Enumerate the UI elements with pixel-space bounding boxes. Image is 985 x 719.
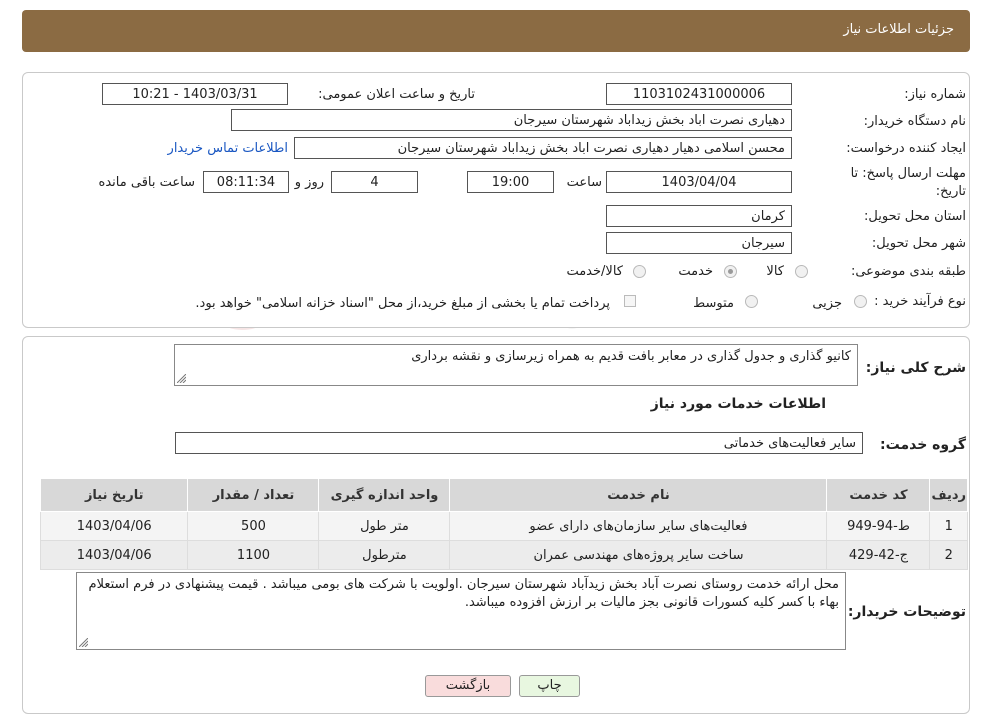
category-service-radio[interactable] bbox=[724, 265, 737, 278]
page-title: جزئیات اطلاعات نیاز bbox=[843, 22, 954, 37]
row-number: 1 bbox=[929, 511, 968, 541]
need-number-label: شماره نیاز: bbox=[904, 87, 966, 102]
table-row: 2 ج-42-429 ساخت سایر پروژه‌های مهندسی عم… bbox=[39, 540, 968, 570]
resize-grip-icon[interactable] bbox=[177, 374, 186, 383]
summary-text: کانیو گذاری و جدول گذاری در معابر بافت ق… bbox=[411, 349, 851, 364]
deadline-date-label: تاریخ: bbox=[935, 184, 966, 199]
purchase-type-label: نوع فرآیند خرید : bbox=[874, 294, 966, 309]
remaining-time-field: 08:11:34 bbox=[203, 171, 289, 193]
days-label: روز و bbox=[294, 175, 324, 190]
buyer-field: دهیاری نصرت اباد بخش زیداباد شهرستان سیر… bbox=[231, 109, 792, 131]
resize-grip-icon[interactable] bbox=[79, 638, 88, 647]
creator-field: محسن اسلامی دهیار دهیاری نصرت اباد بخش ز… bbox=[294, 137, 792, 159]
announce-label: تاریخ و ساعت اعلان عمومی: bbox=[318, 87, 475, 102]
purchase-medium-label: متوسط bbox=[693, 296, 734, 311]
service-name: فعالیت‌های سایر سازمان‌های دارای عضو bbox=[449, 511, 828, 541]
col-row-header: ردیف bbox=[929, 478, 968, 512]
quantity: 500 bbox=[187, 511, 320, 541]
deadline-time-label: ساعت bbox=[566, 175, 602, 190]
province-field: کرمان bbox=[606, 205, 792, 227]
service-group-label: گروه خدمت: bbox=[880, 437, 966, 453]
purchase-medium-radio[interactable] bbox=[745, 295, 758, 308]
col-code-header: کد خدمت bbox=[826, 478, 931, 512]
city-label: شهر محل تحویل: bbox=[871, 236, 966, 251]
print-button[interactable]: چاپ bbox=[519, 675, 580, 697]
unit: متر طول bbox=[318, 511, 451, 541]
need-date: 1403/04/06 bbox=[39, 540, 189, 570]
need-number-field: 1103102431000006 bbox=[606, 83, 792, 105]
back-button[interactable]: بازگشت bbox=[425, 675, 511, 697]
services-heading: اطلاعات خدمات مورد نیاز bbox=[650, 396, 826, 412]
unit: مترطول bbox=[318, 540, 451, 570]
table-row: 1 ط-94-949 فعالیت‌های سایر سازمان‌های دا… bbox=[39, 511, 968, 541]
category-goods-radio[interactable] bbox=[795, 265, 808, 278]
category-label: طبقه بندی موضوعی: bbox=[850, 264, 966, 279]
services-table: ردیف کد خدمت نام خدمت واحد اندازه گیری ت… bbox=[39, 478, 968, 570]
treasury-payment-checkbox[interactable] bbox=[624, 295, 636, 307]
buyer-notes-text: محل ارائه خدمت روستای نصرت آباد بخش زیدآ… bbox=[88, 577, 839, 610]
category-goods-service-label: کالا/خدمت bbox=[566, 264, 623, 279]
summary-textarea[interactable]: کانیو گذاری و جدول گذاری در معابر بافت ق… bbox=[174, 344, 858, 386]
category-goods-label: کالا bbox=[766, 264, 784, 279]
row-number: 2 bbox=[929, 540, 968, 570]
service-name: ساخت سایر پروژه‌های مهندسی عمران bbox=[449, 540, 828, 570]
buyer-notes-textarea[interactable]: محل ارائه خدمت روستای نصرت آباد بخش زیدآ… bbox=[76, 572, 846, 650]
buyer-label: نام دستگاه خریدار: bbox=[863, 114, 966, 129]
deadline-date-field: 1403/04/04 bbox=[606, 171, 792, 193]
service-code: ج-42-429 bbox=[826, 540, 931, 570]
remaining-time-label: ساعت باقی مانده bbox=[98, 175, 195, 190]
buyer-notes-label: توضیحات خریدار: bbox=[847, 604, 966, 620]
summary-label: شرح کلی نیاز: bbox=[865, 360, 966, 376]
deadline-time-field: 19:00 bbox=[467, 171, 554, 193]
announce-datetime-field: 1403/03/31 - 10:21 bbox=[102, 83, 288, 105]
province-label: استان محل تحویل: bbox=[864, 209, 966, 224]
creator-label: ایجاد کننده درخواست: bbox=[846, 141, 966, 156]
col-name-header: نام خدمت bbox=[449, 478, 828, 512]
purchase-minor-label: جزیی bbox=[812, 296, 842, 311]
page-header: جزئیات اطلاعات نیاز bbox=[22, 10, 970, 52]
col-quantity-header: تعداد / مقدار bbox=[187, 478, 320, 512]
purchase-minor-radio[interactable] bbox=[854, 295, 867, 308]
service-code: ط-94-949 bbox=[826, 511, 931, 541]
days-remaining-field: 4 bbox=[331, 171, 418, 193]
quantity: 1100 bbox=[187, 540, 320, 570]
col-unit-header: واحد اندازه گیری bbox=[318, 478, 451, 512]
need-date: 1403/04/06 bbox=[39, 511, 189, 541]
col-date-header: تاریخ نیاز bbox=[39, 478, 189, 512]
buyer-contact-link[interactable]: اطلاعات تماس خریدار bbox=[168, 141, 288, 156]
payment-note: پرداخت تمام یا بخشی از مبلغ خرید،از محل … bbox=[195, 296, 610, 311]
city-field: سیرجان bbox=[606, 232, 792, 254]
deadline-label: مهلت ارسال پاسخ: تا bbox=[850, 166, 966, 181]
category-service-label: خدمت bbox=[678, 264, 713, 279]
category-goods-service-radio[interactable] bbox=[633, 265, 646, 278]
service-group-field: سایر فعالیت‌های خدماتی bbox=[175, 432, 863, 454]
table-header-row: ردیف کد خدمت نام خدمت واحد اندازه گیری ت… bbox=[39, 478, 968, 512]
